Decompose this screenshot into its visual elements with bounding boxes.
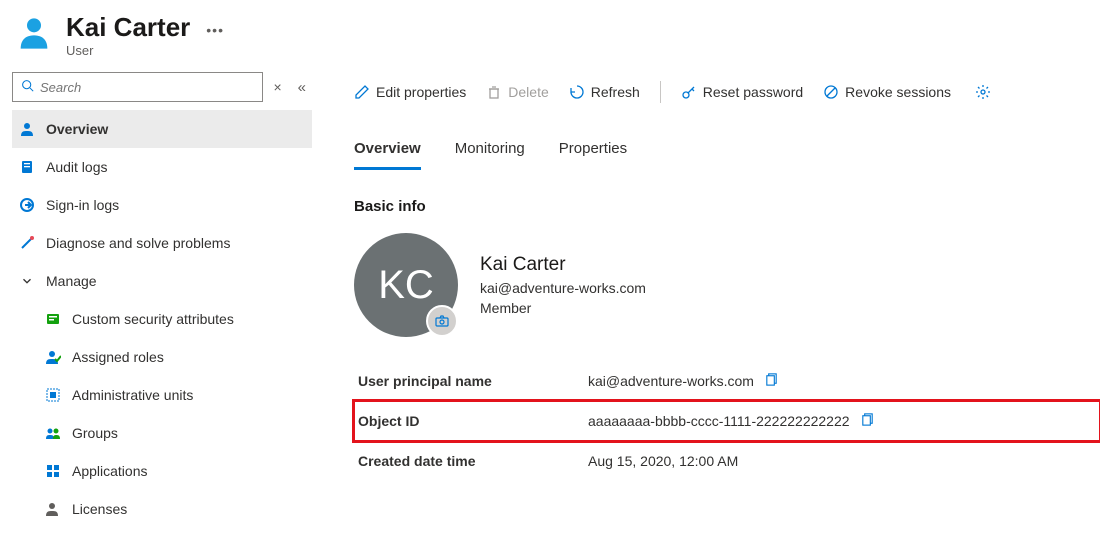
sidebar-item-label: Licenses (72, 501, 127, 517)
camera-icon (434, 313, 450, 329)
refresh-button[interactable]: Refresh (569, 84, 640, 100)
book-icon (18, 158, 36, 176)
search-input[interactable] (40, 80, 254, 95)
copy-upn-button[interactable] (764, 372, 779, 390)
toolbar-label: Edit properties (376, 84, 466, 100)
sidebar-item-label: Overview (46, 121, 108, 137)
info-row-object-id: Object ID aaaaaaaa-bbbb-cccc-1111-222222… (354, 401, 1100, 441)
info-value-upn: kai@adventure-works.com (588, 373, 754, 389)
collapse-sidebar-icon[interactable]: « (292, 79, 312, 96)
user-icon (14, 12, 54, 52)
section-title-basic-info: Basic info (354, 198, 1100, 215)
info-row-upn: User principal name kai@adventure-works.… (354, 361, 1100, 401)
people-icon (44, 424, 62, 442)
sidebar-item-licenses[interactable]: Licenses (12, 490, 312, 528)
sidebar-item-label: Administrative units (72, 387, 193, 403)
more-icon[interactable]: ••• (206, 18, 224, 38)
key-icon (681, 84, 697, 100)
person-icon (18, 120, 36, 138)
info-value-created: Aug 15, 2020, 12:00 AM (588, 453, 738, 469)
person-check-icon (44, 348, 62, 366)
reset-password-button[interactable]: Reset password (681, 84, 803, 100)
page-title: Kai Carter (66, 12, 190, 43)
trash-icon (486, 84, 502, 100)
change-photo-button[interactable] (426, 305, 458, 337)
profile-name: Kai Carter (480, 254, 646, 276)
info-label: Created date time (354, 453, 588, 469)
profile-email: kai@adventure-works.com (480, 280, 646, 296)
info-label: Object ID (354, 413, 588, 429)
copy-icon (860, 412, 875, 427)
toolbar-label: Reset password (703, 84, 803, 100)
revoke-icon (823, 84, 839, 100)
search-icon (21, 79, 34, 95)
badge-icon (44, 310, 62, 328)
toolbar-label: Delete (508, 84, 548, 100)
page-subtitle: User (66, 43, 224, 58)
sidebar-item-diagnose[interactable]: Diagnose and solve problems (12, 224, 312, 262)
toolbar-label: Revoke sessions (845, 84, 951, 100)
sidebar: × « Overview Audit logs Sign-in l (0, 66, 320, 550)
toolbar-label: Refresh (591, 84, 640, 100)
copy-object-id-button[interactable] (860, 412, 875, 430)
sidebar-item-label: Assigned roles (72, 349, 164, 365)
sidebar-item-label: Custom security attributes (72, 311, 234, 327)
sidebar-item-label: Groups (72, 425, 118, 441)
tab-monitoring[interactable]: Monitoring (455, 140, 525, 170)
license-icon (44, 500, 62, 518)
sidebar-item-groups[interactable]: Groups (12, 414, 312, 452)
sidebar-item-label: Applications (72, 463, 148, 479)
info-value-object-id: aaaaaaaa-bbbb-cccc-1111-222222222222 (588, 413, 850, 429)
sidebar-item-signin-logs[interactable]: Sign-in logs (12, 186, 312, 224)
sidebar-item-custom-security[interactable]: Custom security attributes (12, 300, 312, 338)
edit-properties-button[interactable]: Edit properties (354, 84, 466, 100)
profile-member-type: Member (480, 300, 646, 316)
sidebar-item-label: Diagnose and solve problems (46, 235, 230, 251)
sidebar-item-audit-logs[interactable]: Audit logs (12, 148, 312, 186)
apps-icon (44, 462, 62, 480)
sidebar-item-label: Sign-in logs (46, 197, 119, 213)
signin-icon (18, 196, 36, 214)
sidebar-item-manage[interactable]: Manage (12, 262, 312, 300)
tab-overview[interactable]: Overview (354, 140, 421, 170)
sidebar-item-applications[interactable]: Applications (12, 452, 312, 490)
tools-icon (18, 234, 36, 252)
toolbar: Edit properties Delete Refresh Reset pas (354, 72, 1100, 112)
sidebar-item-overview[interactable]: Overview (12, 110, 312, 148)
toolbar-separator (660, 81, 661, 103)
info-label: User principal name (354, 373, 588, 389)
info-row-created: Created date time Aug 15, 2020, 12:00 AM (354, 441, 1100, 481)
chevron-down-icon (18, 272, 36, 290)
org-icon (44, 386, 62, 404)
revoke-sessions-button[interactable]: Revoke sessions (823, 84, 951, 100)
search-input-wrap[interactable] (12, 72, 263, 102)
sidebar-item-label: Manage (46, 273, 97, 289)
delete-button: Delete (486, 84, 548, 100)
sidebar-item-assigned-roles[interactable]: Assigned roles (12, 338, 312, 376)
tab-properties[interactable]: Properties (559, 140, 627, 170)
sidebar-item-label: Audit logs (46, 159, 107, 175)
edit-icon (354, 84, 370, 100)
tabs: Overview Monitoring Properties (354, 140, 1100, 170)
sidebar-item-admin-units[interactable]: Administrative units (12, 376, 312, 414)
refresh-icon (569, 84, 585, 100)
settings-button[interactable] (975, 84, 991, 100)
clear-icon[interactable]: × (273, 79, 281, 95)
gear-icon (975, 84, 991, 100)
copy-icon (764, 372, 779, 387)
